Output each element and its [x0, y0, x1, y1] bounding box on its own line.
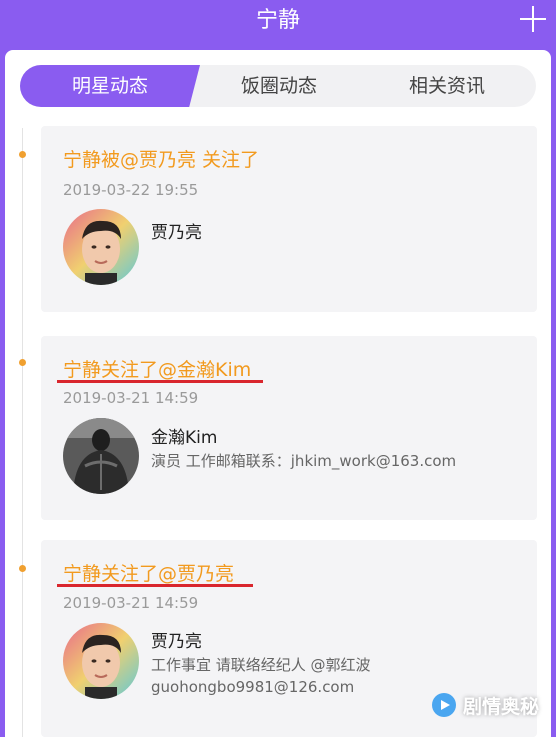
timeline-dot	[19, 565, 26, 572]
feed-card[interactable]: 宁静被@贾乃亮 关注了 2019-03-22 19:55 贾乃亮	[41, 126, 537, 312]
user-name[interactable]: 金瀚Kim	[151, 423, 217, 448]
tab-related-news[interactable]: 相关资讯	[358, 65, 536, 107]
watermark-text: 剧情奥秘	[462, 695, 539, 718]
feed-time: 2019-03-21 14:59	[63, 594, 199, 612]
plus-icon[interactable]	[520, 6, 546, 32]
highlight-underline	[57, 584, 253, 587]
top-bar: 宁静	[0, 0, 556, 44]
timeline-line	[22, 128, 23, 737]
user-email: guohongbo9981@126.com	[151, 678, 355, 696]
avatar[interactable]	[63, 623, 139, 699]
feed-title[interactable]: 宁静被@贾乃亮 关注了	[63, 145, 259, 172]
timeline-dot	[19, 359, 26, 366]
feed-title[interactable]: 宁静关注了@金瀚Kim	[63, 355, 251, 382]
avatar[interactable]	[63, 418, 139, 494]
tab-fan-news[interactable]: 饭圈动态	[200, 65, 358, 107]
timeline-dot	[19, 151, 26, 158]
tab-bar: 明星动态 饭圈动态 相关资讯	[20, 65, 536, 107]
watermark: 剧情奥秘	[431, 685, 539, 725]
play-logo-icon	[431, 693, 456, 717]
user-name[interactable]: 贾乃亮	[151, 218, 202, 243]
feed-card[interactable]: 宁静关注了@金瀚Kim 2019-03-21 14:59 金瀚Kim 演员 工作…	[41, 336, 537, 520]
feed-time: 2019-03-21 14:59	[63, 389, 199, 407]
tab-star-news[interactable]: 明星动态	[20, 65, 200, 107]
user-description: 演员 工作邮箱联系：jhkim_work@163.com	[151, 452, 457, 470]
avatar[interactable]	[63, 209, 139, 285]
content-panel: 明星动态 饭圈动态 相关资讯 宁静被@贾乃亮 关注了 2019-03-22 19…	[5, 50, 551, 737]
user-description: 工作事宜 请联络经纪人 @郭红波	[151, 656, 371, 674]
user-name[interactable]: 贾乃亮	[151, 627, 202, 652]
feed-title[interactable]: 宁静关注了@贾乃亮	[63, 559, 234, 586]
page-title: 宁静	[255, 8, 300, 33]
feed-time: 2019-03-22 19:55	[63, 181, 199, 199]
highlight-underline	[57, 380, 263, 383]
